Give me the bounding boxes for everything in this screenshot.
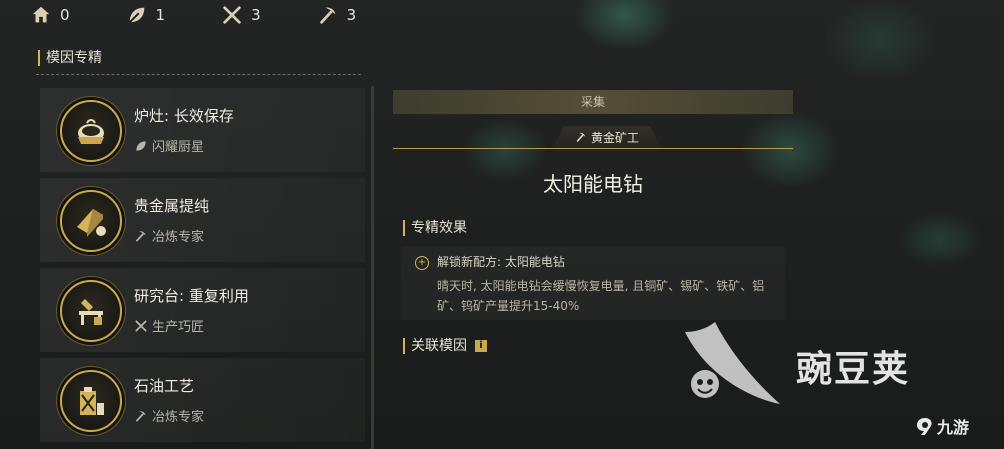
- oil-can-icon: [80, 387, 104, 415]
- resource-home: 0: [30, 4, 70, 26]
- watermark-site-text: 九游: [937, 418, 970, 437]
- gene-name: 贵金属提纯: [134, 197, 210, 215]
- watermark-brand: 豌豆荚: [796, 349, 911, 390]
- pickaxe-icon: [319, 7, 335, 24]
- gene-badge: [60, 190, 122, 252]
- job-label: 黄金矿工: [590, 130, 639, 145]
- gene-category-label: 冶炼专家: [152, 410, 205, 425]
- effect-section-title: 专精效果: [403, 220, 467, 236]
- crossed-tools-icon: [135, 319, 147, 332]
- resource-leaf-count: 1: [155, 6, 166, 24]
- skill-title: 太阳能电钻: [543, 172, 643, 196]
- category-bar: 采集: [393, 90, 793, 114]
- gold-bar-icon: [77, 209, 106, 237]
- job-divider: [393, 148, 793, 149]
- gene-badge: [60, 100, 122, 162]
- gene-item-stove[interactable]: 炉灶: 长效保存 闪耀厨星: [40, 88, 365, 172]
- gene-category-label: 生产巧匠: [152, 320, 205, 335]
- effect-unlock-text: 解锁新配方: 太阳能电钻: [437, 255, 565, 269]
- info-icon[interactable]: i: [475, 340, 487, 352]
- leaf-icon: [128, 7, 144, 23]
- resource-home-count: 0: [60, 6, 70, 24]
- research-bench-icon: [79, 299, 103, 325]
- watermark-site: 九游: [915, 414, 969, 438]
- effect-description: 晴天时, 太阳能电钻会缓慢恢复电量, 且铜矿、锡矿、铁矿、铝矿、钨矿产量提升15…: [437, 279, 765, 313]
- gene-name: 研究台: 重复利用: [134, 287, 249, 305]
- gene-category: 生产巧匠: [134, 316, 204, 335]
- pickaxe-icon: [136, 230, 146, 242]
- resource-leaf: 1: [126, 4, 166, 26]
- pickaxe-icon: [576, 132, 585, 142]
- nine-you-logo-icon: [917, 418, 932, 435]
- resource-bar: 0 1 3 3: [30, 2, 412, 28]
- leaf-icon: [136, 140, 146, 151]
- gene-name: 炉灶: 长效保存: [134, 107, 234, 125]
- crossed-tools-icon: [223, 6, 241, 24]
- gene-item-research-bench[interactable]: 研究台: 重复利用 生产巧匠: [40, 268, 365, 352]
- gene-name: 石油工艺: [134, 377, 195, 395]
- gene-item-precious-metal[interactable]: 贵金属提纯 冶炼专家: [40, 178, 365, 262]
- plus-circle-icon: +: [415, 256, 429, 270]
- pea-pod-logo-icon: [685, 322, 780, 404]
- home-icon: [32, 6, 50, 23]
- section-title-meme-specialization: 模因专精: [38, 50, 102, 66]
- stove-icon: [78, 119, 104, 144]
- list-scrollbar[interactable]: [371, 86, 374, 449]
- gene-category: 冶炼专家: [134, 226, 204, 245]
- resource-pickaxe-count: 3: [346, 6, 357, 24]
- related-section-label: 关联模因: [411, 338, 467, 354]
- effect-box: + 解锁新配方: 太阳能电钻 晴天时, 太阳能电钻会缓慢恢复电量, 且铜矿、锡矿…: [401, 246, 785, 320]
- pickaxe-icon: [136, 410, 146, 422]
- gene-badge: [60, 280, 122, 342]
- resource-pickaxe: 3: [317, 4, 357, 26]
- gene-category-label: 冶炼专家: [152, 230, 205, 245]
- gene-list: 炉灶: 长效保存 闪耀厨星 贵金属提纯 冶炼专家 研究台: 重复利用 生产巧匠 …: [40, 88, 365, 448]
- gene-category: 冶炼专家: [134, 406, 204, 425]
- resource-tools: 3: [221, 4, 261, 26]
- job-tab: 黄金矿工: [553, 126, 661, 148]
- related-section-title: 关联模因 i: [403, 338, 487, 354]
- section-divider: [36, 74, 361, 75]
- gene-category: 闪耀厨星: [134, 136, 204, 155]
- gene-item-oil-craft[interactable]: 石油工艺 冶炼专家: [40, 358, 365, 442]
- resource-tools-count: 3: [251, 6, 261, 24]
- gene-category-label: 闪耀厨星: [152, 140, 205, 155]
- gene-badge: [60, 370, 122, 432]
